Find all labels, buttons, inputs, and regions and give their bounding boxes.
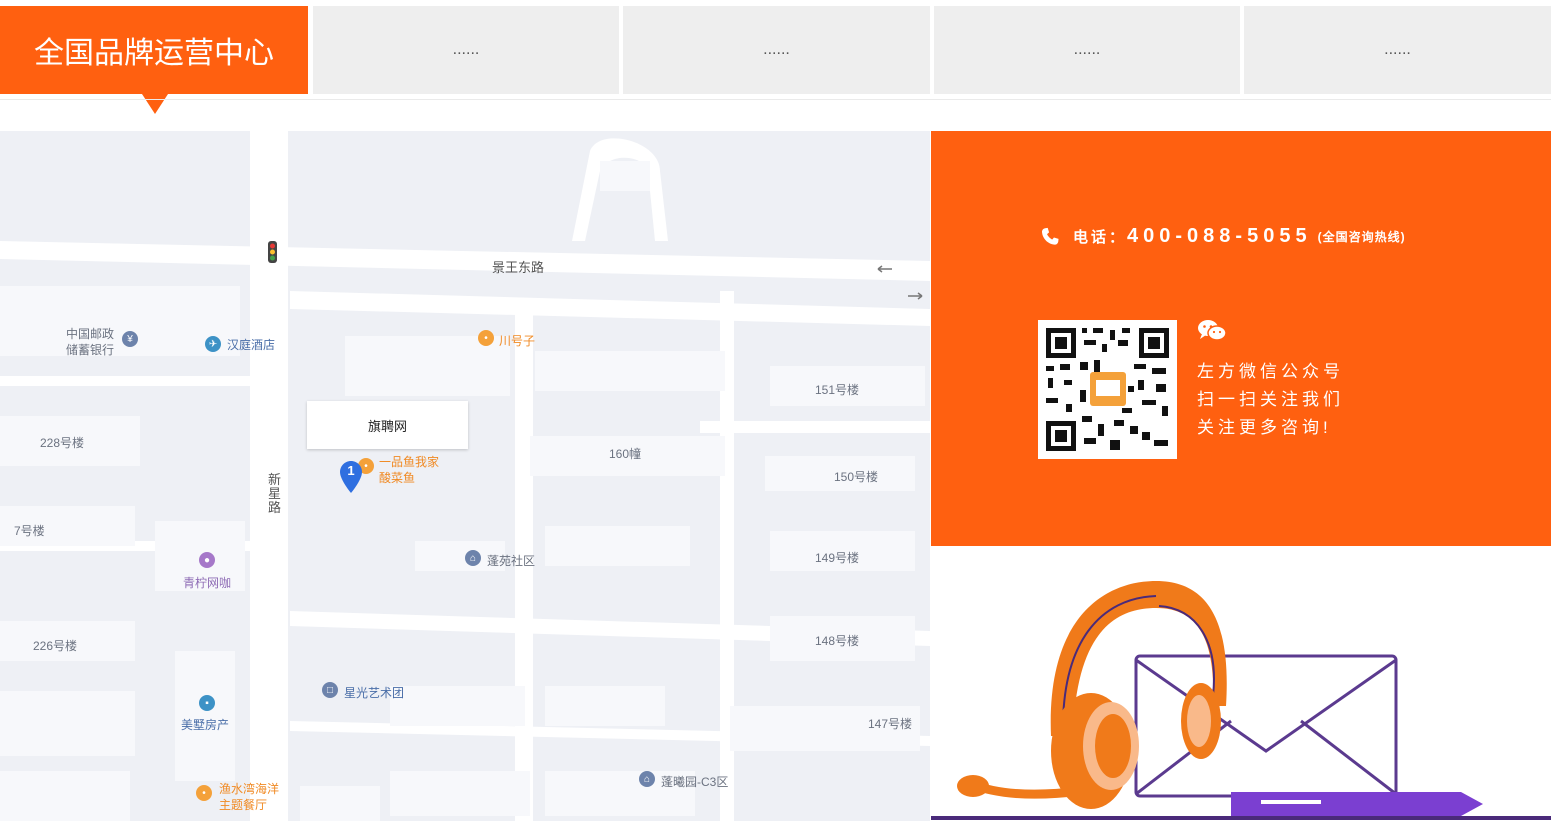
art-icon: □ [322, 682, 338, 698]
tab-3[interactable]: ...... [623, 6, 930, 94]
road-jingwang-east: 景王东路 [492, 260, 545, 275]
wechat-line-2: 扫一扫关注我们 [1197, 390, 1344, 409]
poi-yushuiwan-1: 渔水湾海洋 [219, 782, 280, 796]
tab-2[interactable]: ...... [313, 6, 619, 94]
headset-envelope-illustration [931, 581, 1551, 820]
bank-icon: ¥ [122, 331, 138, 347]
poi-yipinyu-1: 一品鱼我家 [379, 455, 440, 469]
phone-number: 400-088-5055 [1127, 225, 1312, 247]
tab-4[interactable]: ...... [934, 6, 1240, 94]
wechat-text: 左方微信公众号 扫一扫关注我们 关注更多咨询! [1197, 358, 1344, 442]
tab-divider [0, 99, 1551, 100]
poi-b149: 149号楼 [815, 551, 860, 565]
phone-icon [1042, 227, 1059, 245]
callout-title: 旗聘网 [367, 418, 407, 434]
road-xinxing-3: 路 [268, 500, 282, 515]
poi-b148: 148号楼 [815, 634, 860, 648]
wechat-icon [1198, 320, 1227, 341]
tab-label: ...... [1073, 41, 1101, 58]
poi-yipinyu-2: 酸菜鱼 [379, 471, 416, 485]
poi-pengxi: 蓬曦园-C3区 [661, 775, 729, 789]
poi-chuanhaozi: 川号子 [499, 334, 536, 348]
poi-qingning: 青柠网咖 [183, 576, 232, 590]
tab-bar: 全国品牌运营中心 ...... ...... ...... ...... [0, 0, 1551, 114]
game-icon: ● [199, 552, 215, 568]
wechat-line-3: 关注更多咨询! [1197, 418, 1332, 437]
poi-post-bank-2: 储蓄银行 [66, 343, 115, 357]
poi-b226: 226号楼 [33, 639, 78, 653]
poi-post-bank-1: 中国邮政 [66, 327, 115, 341]
poi-hanting: 汉庭酒店 [227, 338, 276, 352]
qr-code-image [1046, 328, 1169, 451]
location-marker[interactable]: 1 [340, 461, 362, 493]
active-tab-pointer [142, 94, 168, 114]
phone-note: (全国咨询热线) [1317, 230, 1406, 244]
phone-row[interactable]: 电话： 400-088-5055 (全国咨询热线) [1039, 225, 1406, 248]
tab-label: ...... [1384, 41, 1411, 58]
wechat-line-1: 左方微信公众号 [1197, 362, 1344, 381]
poi-b147: 147号楼 [868, 717, 913, 731]
poi-yushuiwan-2: 主题餐厅 [219, 798, 268, 812]
marker-number: 1 [347, 463, 355, 478]
tab-5[interactable]: ...... [1244, 6, 1551, 94]
phone-label: 电话： [1073, 229, 1128, 246]
community-icon: ⌂ [639, 771, 655, 787]
tab-label: 全国品牌运营中心 [34, 37, 274, 70]
community-icon: ⌂ [465, 550, 481, 566]
poi-b7: 7号楼 [14, 524, 45, 538]
poi-pengyuan: 蓬苑社区 [487, 554, 536, 568]
poi-b228: 228号楼 [40, 436, 85, 450]
poi-b151: 151号楼 [815, 383, 860, 397]
realestate-icon: ▪ [199, 695, 215, 711]
qr-code [1038, 320, 1177, 459]
map-callout[interactable]: 旗聘网 [307, 401, 468, 449]
poi-b160: 160幢 [609, 447, 642, 461]
poi-meishu: 美墅房产 [181, 718, 230, 732]
poi-b150: 150号楼 [834, 470, 879, 484]
poi-xingguang: 星光艺术团 [344, 686, 405, 700]
hotel-icon: ✈ [205, 336, 221, 352]
map-base [0, 131, 930, 821]
restaurant-icon: • [478, 330, 494, 346]
tab-brand-center[interactable]: 全国品牌运营中心 [0, 6, 308, 94]
tab-label: ...... [763, 41, 790, 58]
support-illustration [931, 546, 1551, 821]
location-map[interactable]: 景王东路 新 星 路 中国邮政 储蓄银行 ¥ ✈ 汉庭酒店 • 川号子 151号… [0, 131, 930, 821]
tab-label: ...... [452, 41, 480, 58]
contact-panel: 电话： 400-088-5055 (全国咨询热线) 左方微信公众号 扫一扫关注我… [931, 131, 1551, 546]
restaurant-icon: • [196, 785, 212, 801]
